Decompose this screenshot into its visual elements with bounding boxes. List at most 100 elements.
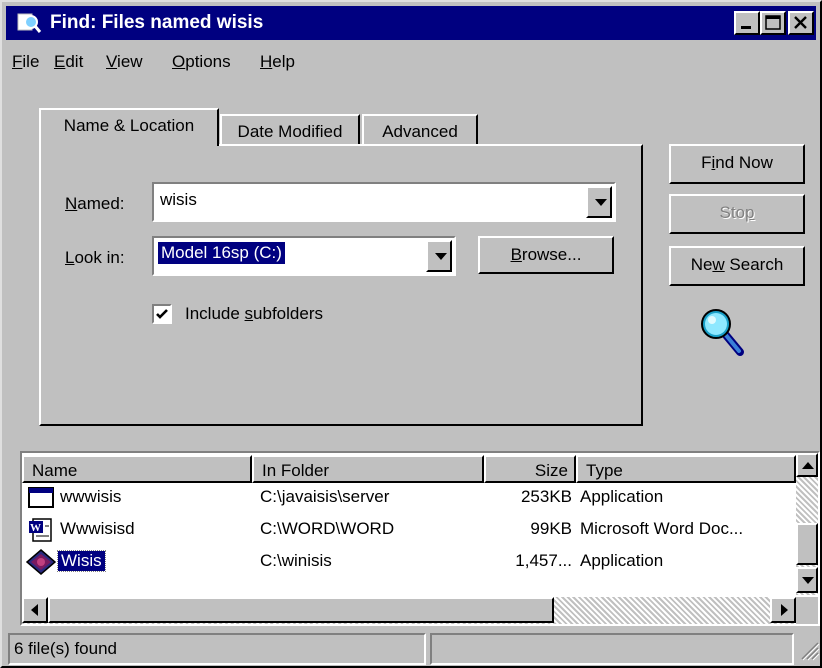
new-search-pre: Ne [690,255,713,274]
named-label: Named: [65,194,125,214]
named-label-key: N [65,194,78,213]
column-header-folder[interactable]: In Folder [252,455,484,483]
table-row-selected[interactable]: Wisis C:\winisis 1,457... Application [24,547,794,579]
word-document-icon: W [29,518,52,542]
browse-rest: rowse... [521,245,582,264]
file-folder: C:\winisis [260,551,332,570]
menu-options-key: O [172,52,186,71]
title-bar[interactable]: Find: Files named wisis [6,6,816,40]
status-pane-secondary [430,633,794,665]
file-type: Microsoft Word Doc... [580,519,744,538]
file-name: wwwisis [60,487,122,506]
status-bar: 6 file(s) found [6,633,820,667]
tab-advanced[interactable]: Advanced [362,114,478,148]
scroll-down-button[interactable] [796,567,818,593]
file-size: 253KB [520,487,572,506]
include-subfolders-label[interactable]: Include subfolders [185,304,323,324]
horizontal-scroll-thumb[interactable] [48,597,554,623]
scroll-thumb[interactable] [796,523,818,565]
column-header-folder-label: In Folder [262,461,330,480]
browse-button[interactable]: Browse... [478,236,614,274]
column-header-name[interactable]: Name [22,455,252,483]
tab-name-location-label: Name & Location [63,116,195,135]
find-magnifier-icon [17,13,42,33]
tab-advanced-label: Advanced [382,122,458,141]
arrow-up-icon [802,462,814,469]
file-name: Wisis [57,550,106,572]
column-header-size-label: Size [534,461,568,480]
tab-name-location[interactable]: Name & Location [39,108,219,146]
scroll-up-button[interactable] [796,453,818,477]
tab-date-modified-label: Date Modified [237,122,343,141]
file-folder: C:\WORD\WORD [260,519,395,538]
file-size: 1,457... [515,551,572,570]
application-window-icon [28,487,54,508]
table-row[interactable]: W Wwwisisd C:\WORD\WORD 99KB Microsoft W… [24,515,794,547]
named-input[interactable]: wisis [160,190,197,210]
svg-text:W: W [30,522,41,534]
stop-pre: Sto [719,203,746,222]
menu-options-rest: ptions [185,52,231,71]
file-size: 99KB [530,519,572,538]
menu-file[interactable]: File [12,52,39,72]
menu-edit[interactable]: Edit [54,52,83,72]
results-list[interactable]: Name In Folder Size Type wwwisis C:\java… [20,451,820,626]
menu-file-rest: ile [22,52,40,71]
maximize-button[interactable] [760,11,786,35]
chevron-down-icon [435,253,447,260]
lookin-dropdown-button[interactable] [426,240,452,272]
new-search-button[interactable]: New Search [669,246,805,286]
menu-help-key: H [260,52,273,71]
file-name: Wwwisisd [60,519,135,538]
scroll-left-button[interactable] [22,597,48,623]
tab-panel-name-location: Named: wisis Look in: Model 16sp (C:) Br… [39,144,643,426]
lookin-selected-value[interactable]: Model 16sp (C:) [157,241,286,265]
column-header-name-label: Name [32,461,78,480]
arrow-left-icon [31,604,38,616]
named-label-rest: amed: [77,194,125,213]
chevron-down-icon [595,199,607,206]
lookin-label: Look in: [65,248,125,268]
include-pre: Include [185,304,245,323]
browse-key: B [510,245,522,264]
horizontal-scrollbar[interactable] [22,597,796,624]
stop-button[interactable]: Stop [669,194,805,234]
resize-grip-icon[interactable] [798,639,820,661]
file-type: Application [580,551,664,570]
menu-options[interactable]: Options [172,52,231,72]
lookin-combobox[interactable]: Model 16sp (C:) [152,236,456,276]
table-row[interactable]: wwwisis C:\javaisis\server 253KB Applica… [24,483,794,515]
include-key: s [244,304,254,323]
new-search-key: w [712,255,725,274]
menu-help-rest: elp [272,52,295,71]
find-now-pre: F [701,153,712,172]
menu-help[interactable]: Help [260,52,295,72]
column-header-type-label: Type [586,461,623,480]
find-now-button[interactable]: Find Now [669,144,805,184]
menu-view-key: V [106,52,118,71]
scroll-right-button[interactable] [770,597,796,623]
include-rest: ubfolders [253,304,323,323]
close-icon [794,16,807,29]
minimize-button[interactable] [734,11,760,35]
menu-view-rest: iew [117,52,143,71]
find-now-rest: nd Now [715,153,773,172]
scrollbar-corner [796,597,818,624]
column-header-type[interactable]: Type [576,455,796,483]
vertical-scrollbar[interactable] [796,453,818,595]
named-combobox[interactable]: wisis [152,182,616,222]
winisis-app-icon [26,549,56,575]
status-text: 6 file(s) found [14,639,117,658]
tab-date-modified[interactable]: Date Modified [220,114,360,148]
menu-bar: File Edit View Options Help [6,44,816,78]
file-type: Application [580,487,664,506]
magnifying-glass-icon [701,309,744,356]
menu-file-key: F [12,52,23,71]
include-subfolders-checkbox[interactable] [152,304,172,324]
named-dropdown-button[interactable] [586,186,612,218]
checkmark-icon [156,309,168,319]
arrow-right-icon [781,604,788,616]
column-header-size[interactable]: Size [484,455,576,483]
close-button[interactable] [788,11,814,35]
menu-view[interactable]: View [106,52,143,72]
